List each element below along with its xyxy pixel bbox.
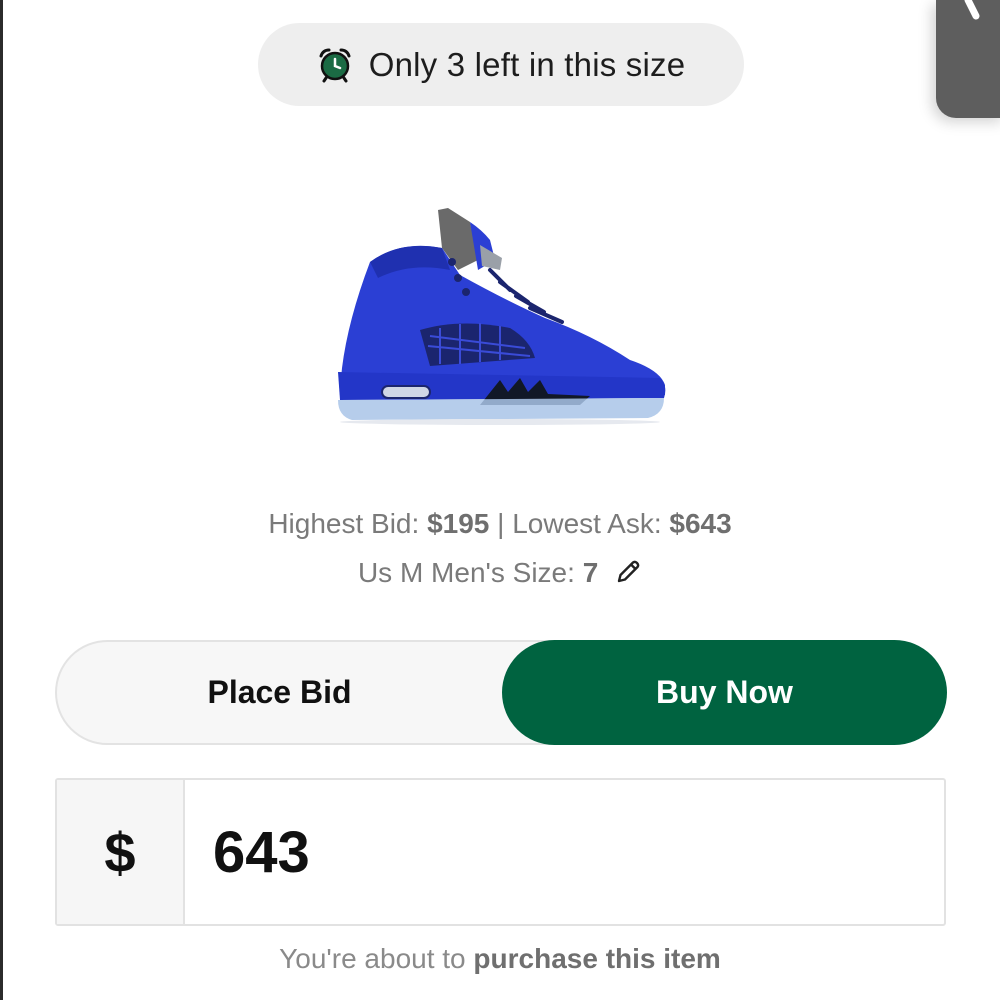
price-input[interactable]: $ 643 <box>55 778 946 926</box>
pencil-icon[interactable] <box>614 558 642 586</box>
lowest-ask-value: $643 <box>669 508 732 539</box>
corner-overlay-tab[interactable] <box>936 0 1000 118</box>
close-icon <box>964 0 980 20</box>
purchase-note: You're about to purchase this item <box>0 943 1000 975</box>
buy-now-button[interactable]: Buy Now <box>502 640 947 745</box>
alarm-clock-icon <box>319 48 351 82</box>
highest-bid-label: Highest Bid: <box>268 508 420 539</box>
left-window-edge <box>0 0 3 1000</box>
stock-notice-pill: Only 3 left in this size <box>258 23 744 106</box>
lowest-ask-label: Lowest Ask: <box>512 508 662 539</box>
highest-bid-value: $195 <box>427 508 490 539</box>
currency-symbol: $ <box>57 780 185 924</box>
purchase-note-action: purchase this item <box>473 943 721 974</box>
stock-notice-text: Only 3 left in this size <box>368 45 686 83</box>
size-label: Us M Men's Size: <box>357 557 575 588</box>
price-amount[interactable]: 643 <box>213 780 310 924</box>
product-image <box>338 208 666 425</box>
place-bid-button[interactable]: Place Bid <box>57 640 502 745</box>
size-line[interactable]: Us M Men's Size: 7 <box>0 557 1000 589</box>
market-stats-line: Highest Bid: $195 | Lowest Ask: $643 <box>0 508 1000 540</box>
size-value: 7 <box>582 557 599 588</box>
market-separator: | <box>497 508 505 539</box>
purchase-note-prefix: You're about to <box>279 943 466 974</box>
bid-buy-toggle: Place Bid Buy Now <box>55 640 947 745</box>
